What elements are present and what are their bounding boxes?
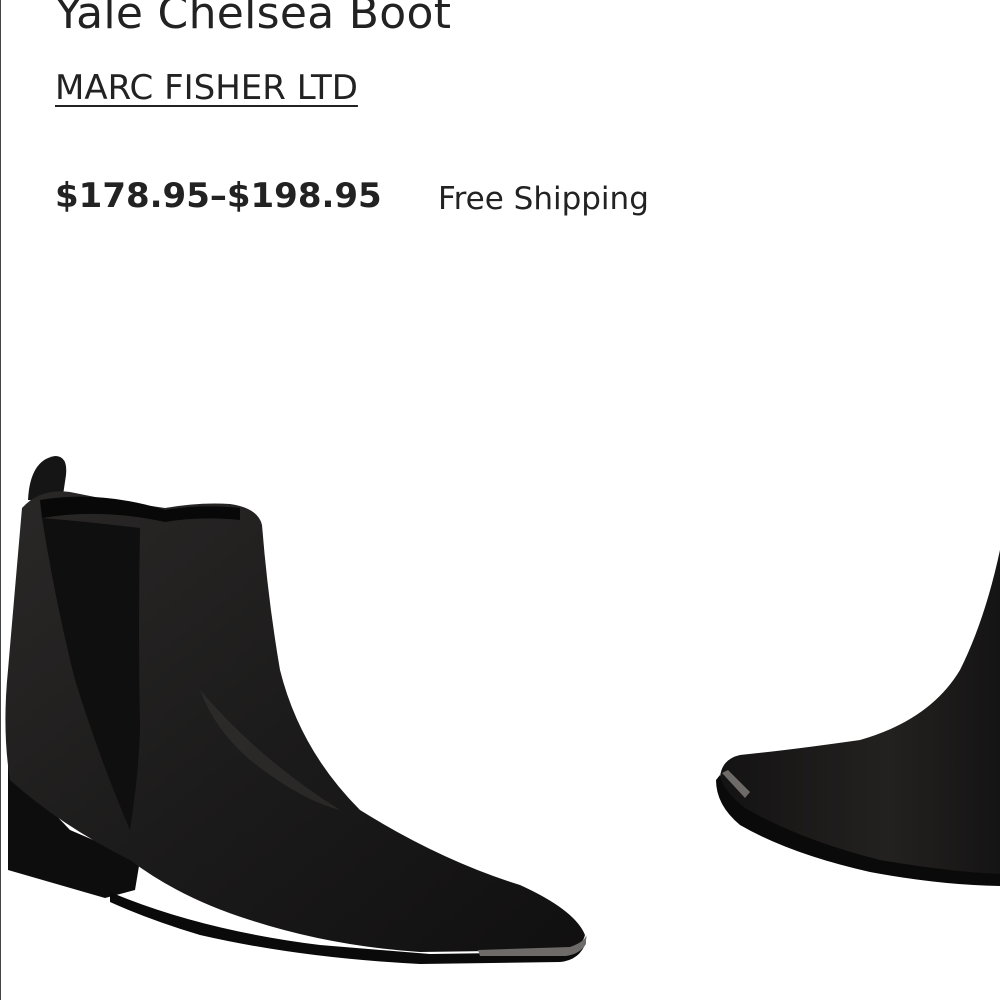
boot-main	[5, 456, 587, 964]
boot-secondary	[716, 550, 1000, 886]
price-range: $178.95–$198.95	[55, 176, 382, 216]
brand-link[interactable]: MARC FISHER LTD	[55, 68, 358, 108]
shipping-label: Free Shipping	[438, 181, 649, 217]
boot-photo	[5, 456, 1000, 964]
product-title: Yale Chelsea Boot	[55, 0, 452, 39]
product-image-gallery[interactable]	[0, 430, 1000, 1000]
product-page: Yale Chelsea Boot MARC FISHER LTD $178.9…	[0, 0, 1000, 1000]
